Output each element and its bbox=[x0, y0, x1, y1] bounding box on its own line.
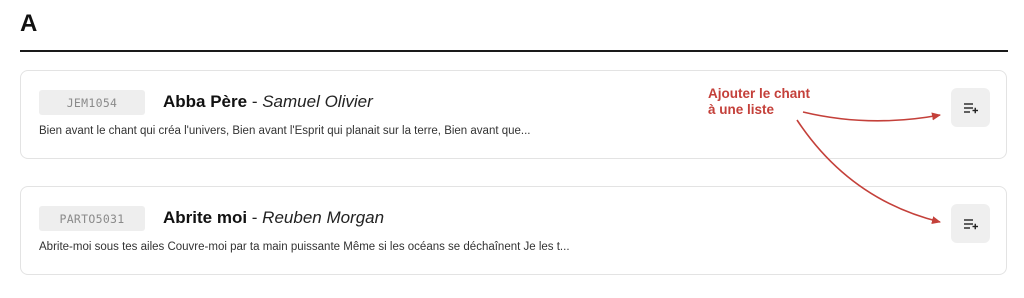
playlist-add-icon bbox=[963, 102, 978, 113]
title-author-separator: - bbox=[247, 92, 263, 111]
song-heading: Abba Père - Samuel Olivier bbox=[163, 92, 373, 112]
annotation-callout: Ajouter le chant à une liste bbox=[708, 86, 810, 118]
add-to-list-button[interactable] bbox=[951, 204, 990, 243]
song-card[interactable]: PARTO5031 Abrite moi - Reuben Morgan Abr… bbox=[20, 186, 1007, 275]
song-reference-badge: JEM1054 bbox=[39, 90, 145, 115]
song-title[interactable]: Abrite moi bbox=[163, 208, 247, 227]
add-to-list-button[interactable] bbox=[951, 88, 990, 127]
song-excerpt: Abrite-moi sous tes ailes Couvre-moi par… bbox=[39, 241, 570, 253]
playlist-add-icon bbox=[963, 218, 978, 229]
song-heading: Abrite moi - Reuben Morgan bbox=[163, 208, 384, 228]
song-author: Reuben Morgan bbox=[262, 208, 385, 227]
song-title[interactable]: Abba Père bbox=[163, 92, 247, 111]
title-author-separator: - bbox=[247, 208, 263, 227]
section-divider bbox=[20, 50, 1008, 52]
song-excerpt: Bien avant le chant qui créa l'univers, … bbox=[39, 125, 531, 137]
song-card[interactable]: JEM1054 Abba Père - Samuel Olivier Bien … bbox=[20, 70, 1007, 159]
section-letter: A bbox=[20, 10, 38, 37]
song-reference-badge: PARTO5031 bbox=[39, 206, 145, 231]
annotation-line-2: à une liste bbox=[708, 102, 775, 117]
annotation-line-1: Ajouter le chant bbox=[708, 86, 811, 101]
song-author: Samuel Olivier bbox=[262, 92, 373, 111]
